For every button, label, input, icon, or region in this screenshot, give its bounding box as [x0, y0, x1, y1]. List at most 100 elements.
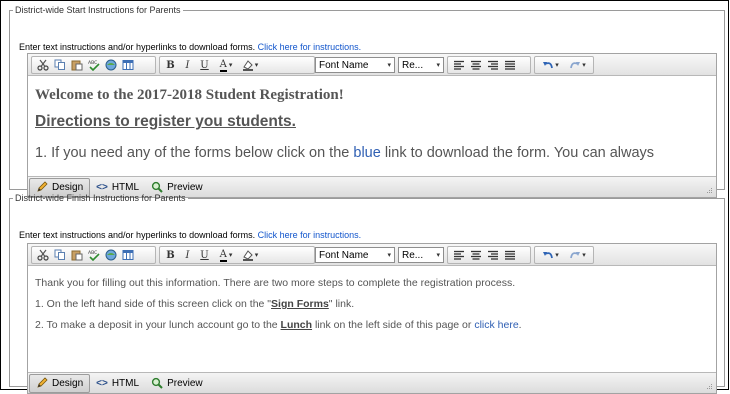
chevron-down-icon: ▾: [436, 252, 440, 259]
magnifier-icon: [151, 181, 163, 193]
font-color-button[interactable]: A ▾: [213, 57, 239, 73]
font-name-select[interactable]: Font Name ▾: [315, 57, 395, 73]
start-instructions-link[interactable]: Click here for instructions.: [258, 42, 362, 52]
resize-grip-icon[interactable]: [705, 382, 713, 390]
align-center-icon[interactable]: [467, 57, 484, 73]
bold-button[interactable]: B: [162, 247, 179, 263]
finish-content-line: 1. On the left hand side of this screen …: [35, 298, 709, 310]
line-text: " link.: [328, 298, 355, 310]
finish-content-line: 2. To make a deposit in your lunch accou…: [35, 319, 709, 331]
pencil-icon: [37, 181, 48, 192]
justify-icon[interactable]: [501, 247, 518, 263]
code-icon: <>: [96, 181, 108, 193]
italic-button[interactable]: I: [179, 57, 196, 73]
redo-icon: [570, 61, 581, 68]
line-text: 1. On the left hand side of this screen …: [35, 298, 272, 310]
highlight-icon: [242, 250, 253, 261]
directions-heading: Directions to register you students.: [35, 113, 296, 130]
chevron-down-icon: ▾: [387, 62, 391, 69]
finish-editor-content[interactable]: Thank you for filling out this informati…: [28, 267, 716, 370]
code-icon: <>: [96, 377, 108, 389]
cut-icon[interactable]: [34, 57, 51, 73]
redo-button[interactable]: ▾: [564, 57, 591, 73]
insert-table-icon[interactable]: [119, 247, 136, 263]
line-text: link to download the form. You can alway…: [380, 145, 655, 161]
font-size-select[interactable]: Re... ▾: [398, 247, 444, 263]
underline-button[interactable]: U: [196, 247, 213, 263]
align-left-icon[interactable]: [450, 57, 467, 73]
chevron-down-icon: ▾: [254, 61, 259, 69]
format-group: B I U A ▾ ▾: [159, 246, 315, 264]
start-editor-toolbar: ABC B I U A ▾ ▾ Font Name ▾ Re... ▾ ▾ ▾: [28, 54, 716, 76]
chevron-down-icon: ▾: [436, 62, 440, 69]
cut-icon[interactable]: [34, 247, 51, 263]
underline-button[interactable]: U: [196, 57, 213, 73]
svg-text:ABC: ABC: [88, 60, 97, 66]
undo-redo-group: ▾ ▾: [534, 246, 594, 264]
highlight-color-button[interactable]: ▾: [239, 57, 261, 73]
redo-icon: [570, 251, 581, 258]
finish-panel-legend: District-wide Finish Instructions for Pa…: [15, 193, 186, 203]
undo-button[interactable]: ▾: [537, 247, 564, 263]
finish-content-line: Thank you for filling out this informati…: [35, 277, 516, 289]
chevron-down-icon: ▾: [555, 61, 559, 69]
italic-button[interactable]: I: [179, 247, 196, 263]
font-name-select[interactable]: Font Name ▾: [315, 247, 395, 263]
highlight-icon: [242, 60, 253, 71]
font-color-icon: A: [219, 58, 227, 72]
line-text: .: [518, 319, 522, 331]
html-mode-label: HTML: [111, 377, 140, 389]
copy-icon[interactable]: [51, 57, 68, 73]
align-center-icon[interactable]: [467, 247, 484, 263]
font-color-icon: A: [219, 248, 227, 262]
justify-icon[interactable]: [501, 57, 518, 73]
format-group: B I U A ▾ ▾: [159, 56, 315, 74]
finish-instructions-link[interactable]: Click here for instructions.: [258, 230, 362, 240]
align-left-icon[interactable]: [450, 247, 467, 263]
align-group: [447, 246, 531, 264]
paste-icon[interactable]: [68, 57, 85, 73]
align-right-icon[interactable]: [484, 247, 501, 263]
chevron-down-icon: ▾: [387, 252, 391, 259]
paste-icon[interactable]: [68, 247, 85, 263]
chevron-down-icon: ▾: [582, 61, 586, 69]
preview-mode-label: Preview: [167, 377, 203, 389]
finish-instructions-panel: District-wide Finish Instructions for Pa…: [9, 193, 725, 394]
finish-rich-text-editor: ABC B I U A ▾ ▾ Font Name ▾ Re... ▾ ▾ ▾ …: [27, 243, 717, 394]
magnifier-icon: [151, 377, 163, 389]
font-size-value: Re...: [402, 249, 424, 261]
font-color-button[interactable]: A ▾: [213, 247, 239, 263]
insert-image-icon[interactable]: [102, 57, 119, 73]
clipboard-group: ABC: [31, 56, 156, 74]
line-text: 1. If you need any of the forms below cl…: [35, 145, 354, 161]
line-text: link on the left side of this page or: [312, 319, 475, 331]
insert-image-icon[interactable]: [102, 247, 119, 263]
bold-button[interactable]: B: [162, 57, 179, 73]
align-group: [447, 56, 531, 74]
start-content-line: 1. If you need any of the forms below cl…: [35, 145, 709, 161]
font-size-select[interactable]: Re... ▾: [398, 57, 444, 73]
undo-button[interactable]: ▾: [537, 57, 564, 73]
blue-link[interactable]: blue: [353, 145, 380, 161]
chevron-down-icon: ▾: [582, 251, 586, 259]
highlight-color-button[interactable]: ▾: [239, 247, 261, 263]
start-instruction-text: Enter text instructions and/or hyperlink…: [19, 42, 256, 52]
align-right-icon[interactable]: [484, 57, 501, 73]
start-editor-content[interactable]: Welcome to the 2017-2018 Student Registr…: [28, 77, 716, 176]
start-instruction-line: Enter text instructions and/or hyperlink…: [19, 42, 361, 52]
pencil-icon: [37, 377, 48, 388]
welcome-heading: Welcome to the 2017-2018 Student Registr…: [35, 87, 344, 103]
redo-button[interactable]: ▾: [564, 247, 591, 263]
click-here-link[interactable]: click here: [474, 319, 518, 331]
design-mode-label: Design: [52, 377, 84, 389]
spellcheck-icon[interactable]: ABC: [85, 57, 102, 73]
chevron-down-icon: ▾: [228, 251, 233, 259]
insert-table-icon[interactable]: [119, 57, 136, 73]
start-panel-legend: District-wide Start Instructions for Par…: [15, 5, 181, 15]
finish-editor-toolbar: ABC B I U A ▾ ▾ Font Name ▾ Re... ▾ ▾ ▾: [28, 244, 716, 266]
spellcheck-icon[interactable]: ABC: [85, 247, 102, 263]
copy-icon[interactable]: [51, 247, 68, 263]
html-mode-label: HTML: [111, 181, 140, 193]
chevron-down-icon: ▾: [555, 251, 559, 259]
undo-icon: [543, 61, 554, 68]
